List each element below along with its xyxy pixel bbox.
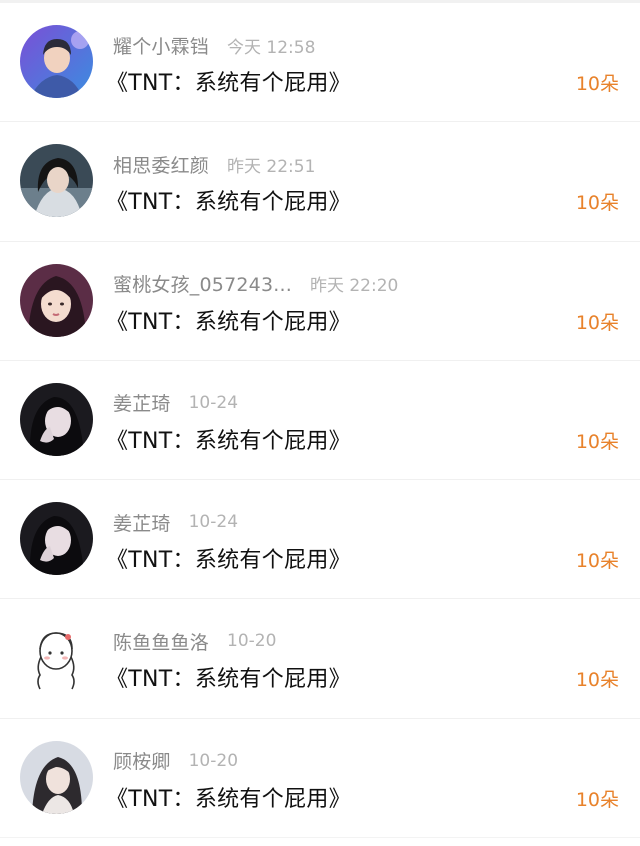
gift-amount: 10朵 <box>575 192 619 215</box>
book-title[interactable]: 《TNT：系统有个屁用》 <box>106 423 351 455</box>
avatar-boy-stage-icon[interactable] <box>20 25 93 98</box>
avatar-girl-hand-icon[interactable] <box>20 382 93 456</box>
avatar-cartoon-braids-icon[interactable] <box>20 621 93 695</box>
book-title[interactable]: 《TNT：系统有个屁用》 <box>106 661 351 693</box>
timestamp: 10-24 <box>188 512 239 533</box>
gift-amount: 10朵 <box>575 669 619 692</box>
gift-amount: 10朵 <box>575 73 619 95</box>
sender-name[interactable]: 姜芷琦 <box>113 389 171 416</box>
sender-name[interactable]: 耀个小霖铛 <box>113 32 209 59</box>
list-item[interactable]: 姜芷琦 10-24 《TNT：系统有个屁用》 10朵 <box>0 361 640 481</box>
sender-name[interactable]: 相思委红颜 <box>113 151 209 178</box>
list-item[interactable]: 顾桉卿 10-20 《TNT：系统有个屁用》 10朵 <box>0 719 640 839</box>
gift-amount: 10朵 <box>575 430 619 453</box>
book-title[interactable]: 《TNT：系统有个屁用》 <box>106 65 351 97</box>
book-title[interactable]: 《TNT：系统有个屁用》 <box>106 304 351 336</box>
book-title[interactable]: 《TNT：系统有个屁用》 <box>106 781 351 813</box>
timestamp: 10-20 <box>227 631 277 652</box>
list-item[interactable]: 相思委红颜 昨天 22:51 《TNT：系统有个屁用》 10朵 <box>0 122 640 242</box>
timestamp: 昨天 22:51 <box>227 156 316 177</box>
avatar-girl-dark-icon[interactable] <box>20 144 93 218</box>
sender-name[interactable]: 姜芷琦 <box>113 509 171 536</box>
book-title[interactable]: 《TNT：系统有个屁用》 <box>106 542 351 574</box>
timestamp: 昨天 22:20 <box>309 276 399 297</box>
sender-name[interactable]: 蜜桃女孩_057243... <box>113 270 292 297</box>
list-item[interactable]: 耀个小霖铛 今天 12:58 《TNT：系统有个屁用》 10朵 <box>0 3 640 123</box>
gift-amount: 10朵 <box>575 550 619 573</box>
timestamp: 今天 12:58 <box>227 37 316 58</box>
avatar-girl-hand-icon[interactable] <box>20 502 93 576</box>
sender-name[interactable]: 陈鱼鱼鱼洛 <box>113 628 209 655</box>
timestamp: 10-24 <box>188 392 239 413</box>
avatar-girl-light-icon[interactable] <box>20 740 93 814</box>
list-item[interactable]: 蜜桃女孩_057243... 昨天 22:20 《TNT：系统有个屁用》 10朵 <box>0 242 640 361</box>
list-item[interactable]: 姜芷琦 10-24 《TNT：系统有个屁用》 10朵 <box>0 480 640 600</box>
timestamp: 10-20 <box>188 750 239 771</box>
avatar-girl-purple-icon[interactable] <box>20 263 93 337</box>
gift-amount: 10朵 <box>575 788 619 811</box>
list-item[interactable]: 陈鱼鱼鱼洛 10-20 《TNT：系统有个屁用》 10朵 <box>0 599 640 719</box>
book-title[interactable]: 《TNT：系统有个屁用》 <box>106 184 351 216</box>
gift-list: 耀个小霖铛 今天 12:58 《TNT：系统有个屁用》 10朵 相思委红颜 昨天… <box>0 3 640 839</box>
gift-amount: 10朵 <box>575 311 619 334</box>
sender-name[interactable]: 顾桉卿 <box>113 747 171 774</box>
